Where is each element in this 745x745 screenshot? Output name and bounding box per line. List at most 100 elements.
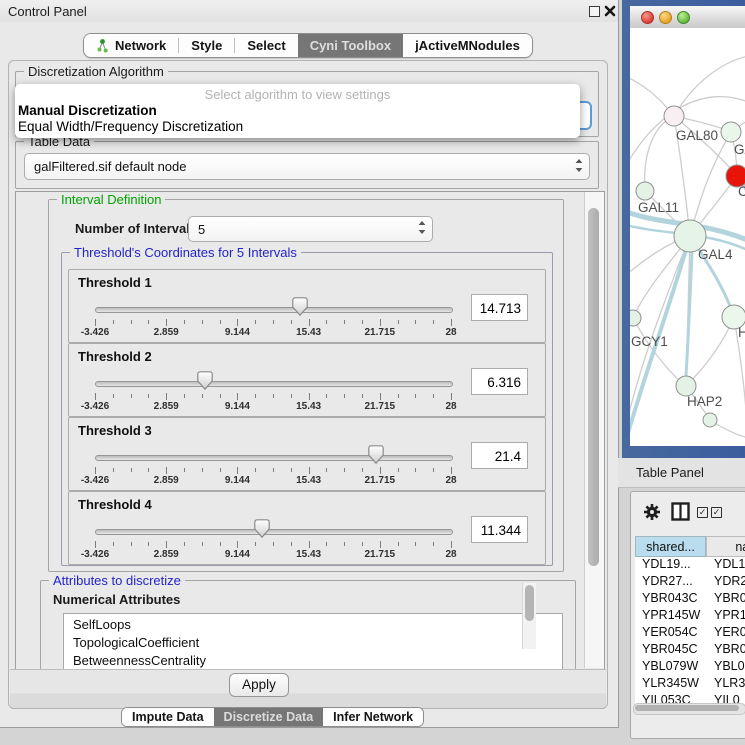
tick-mark [131, 320, 132, 324]
zoom-traffic-light[interactable] [677, 11, 690, 24]
table-rows: YDL19...YDL1YDR27...YDR2YBR043CYBR0YPR14… [635, 557, 745, 704]
scrollbar-thumb[interactable] [588, 208, 599, 566]
tick-mark [415, 394, 416, 398]
number-of-intervals-label: Number of Intervals [75, 221, 197, 236]
network-node-gal80[interactable] [664, 106, 684, 126]
tick-mark [113, 394, 114, 398]
tick-label: 9.144 [213, 327, 261, 338]
slider-handle[interactable] [368, 445, 384, 464]
float-window-icon[interactable] [589, 6, 600, 17]
numerical-attributes-list: SelfLoopsTopologicalCoefficientBetweenne… [63, 613, 563, 671]
split-columns-icon[interactable] [671, 502, 690, 524]
table-row[interactable]: YER054CYER0 [635, 625, 745, 642]
tick-mark [237, 393, 238, 400]
column-header-shared-name[interactable]: shared... [635, 536, 706, 557]
table-data-combobox[interactable]: galFiltered.sif default node [24, 153, 590, 180]
tab-network[interactable]: Network [84, 34, 178, 57]
threshold-slider[interactable]: -3.4262.8599.14415.4321.71528 [95, 418, 451, 490]
tab-network-label: Network [115, 38, 166, 53]
number-of-intervals-combobox[interactable]: 5 [188, 216, 433, 242]
slider-track[interactable] [95, 529, 453, 535]
scrollbar-thumb[interactable] [635, 705, 739, 711]
checkbox-icon[interactable]: ✓ [697, 507, 708, 518]
slider-ticks [95, 393, 451, 401]
network-node-ga[interactable] [721, 122, 741, 142]
gear-icon[interactable] [643, 503, 661, 524]
slider-track[interactable] [95, 307, 453, 313]
tab-impute-data[interactable]: Impute Data [122, 708, 214, 726]
cell-name: YPR1 [706, 608, 745, 625]
tick-mark [451, 319, 452, 326]
interval-definition-group: Interval Definition Number of Intervals … [48, 199, 564, 572]
attribute-list-item[interactable]: SelfLoops [64, 616, 562, 634]
tick-mark [95, 541, 96, 548]
tick-mark [220, 394, 221, 398]
tick-mark [344, 394, 345, 398]
network-window-titlebar[interactable] [630, 6, 745, 29]
apply-button[interactable]: Apply [229, 673, 289, 697]
close-icon[interactable] [604, 5, 616, 17]
slider-track[interactable] [95, 455, 453, 461]
threshold-slider[interactable]: -3.4262.8599.14415.4321.71528 [95, 270, 451, 342]
table-row[interactable]: YBR045CYBR0 [635, 642, 745, 659]
threshold-slider[interactable]: -3.4262.8599.14415.4321.71528 [95, 492, 451, 564]
tab-jactivemnodules[interactable]: jActiveMNodules [403, 34, 532, 57]
table-row[interactable]: YBL079WYBL0 [635, 659, 745, 676]
algorithm-dropdown-popup: Select algorithm to view settings Manual… [15, 84, 580, 138]
tick-mark [95, 467, 96, 474]
tick-label: 15.43 [285, 327, 333, 338]
network-node[interactable] [703, 413, 717, 427]
tab-cyni-toolbox[interactable]: Cyni Toolbox [298, 34, 403, 57]
table-panel: ✓ ✓ shared... name YDL19...YDL1YDR27...Y… [630, 491, 745, 739]
table-horizontal-scrollbar[interactable] [633, 703, 745, 715]
attribute-list-item[interactable]: BetweennessCentrality [64, 652, 562, 670]
tab-select[interactable]: Select [235, 34, 297, 57]
close-traffic-light[interactable] [641, 11, 654, 24]
attributes-list-scrollbar[interactable] [522, 583, 536, 649]
minimize-traffic-light[interactable] [659, 11, 672, 24]
tick-mark [184, 320, 185, 324]
checkbox-icon[interactable]: ✓ [711, 507, 722, 518]
threshold-value-field[interactable]: 21.4 [471, 442, 528, 469]
table-row[interactable]: YPR145WYPR1 [635, 608, 745, 625]
network-node-hap2[interactable] [676, 376, 696, 396]
tick-mark [415, 320, 416, 324]
dropdown-option-equal-width[interactable]: Equal Width/Frequency Discretization [15, 119, 580, 135]
panel-vertical-scrollbar[interactable] [584, 192, 604, 668]
tick-mark [202, 468, 203, 472]
column-header-name[interactable]: name [706, 536, 745, 557]
slider-handle[interactable] [254, 519, 270, 538]
slider-handle[interactable] [292, 297, 308, 316]
table-row[interactable]: YDL19...YDL1 [635, 557, 745, 574]
dropdown-option-manual[interactable]: Manual Discretization [15, 103, 580, 119]
tick-mark [415, 468, 416, 472]
slider-handle[interactable] [197, 371, 213, 390]
control-panel-tabs: Network Style Select Cyni Toolbox jActiv… [83, 33, 533, 58]
tab-infer-network[interactable]: Infer Network [323, 708, 423, 726]
threshold-value-field[interactable]: 11.344 [471, 516, 528, 543]
tick-mark [113, 468, 114, 472]
scrollbar-thumb[interactable] [525, 585, 534, 621]
threshold-value-field[interactable]: 14.713 [471, 294, 528, 321]
node-label: GAL4 [698, 247, 733, 262]
threshold-panel-2: Threshold 2-3.4262.8599.14415.4321.71528… [68, 343, 546, 417]
dropdown-placeholder-option[interactable]: Select algorithm to view settings [15, 87, 580, 103]
network-node-gal11[interactable] [636, 182, 654, 200]
slider-track[interactable] [95, 381, 453, 387]
tab-discretize-data[interactable]: Discretize Data [214, 708, 324, 726]
table-row[interactable]: YLR345WYLR3 [635, 676, 745, 693]
tick-mark [326, 394, 327, 398]
threshold-slider[interactable]: -3.4262.8599.14415.4321.71528 [95, 344, 451, 416]
table-row[interactable]: YDR27...YDR2 [635, 574, 745, 591]
network-canvas[interactable]: GAL80GACGAL11GAL4GCY1HHAP2 [630, 28, 745, 446]
cell-shared-name: YBR043C [635, 591, 706, 608]
cell-name: YBL0 [706, 659, 745, 676]
table-row[interactable]: YBR043CYBR0 [635, 591, 745, 608]
tab-style[interactable]: Style [179, 34, 234, 57]
table-panel-toolbar: ✓ ✓ [631, 492, 745, 534]
network-node-gcy1[interactable] [630, 310, 641, 326]
attribute-list-item[interactable]: TopologicalCoefficient [64, 634, 562, 652]
threshold-value-field[interactable]: 6.316 [471, 368, 528, 395]
tick-label: 21.715 [356, 549, 404, 560]
tick-mark [184, 468, 185, 472]
